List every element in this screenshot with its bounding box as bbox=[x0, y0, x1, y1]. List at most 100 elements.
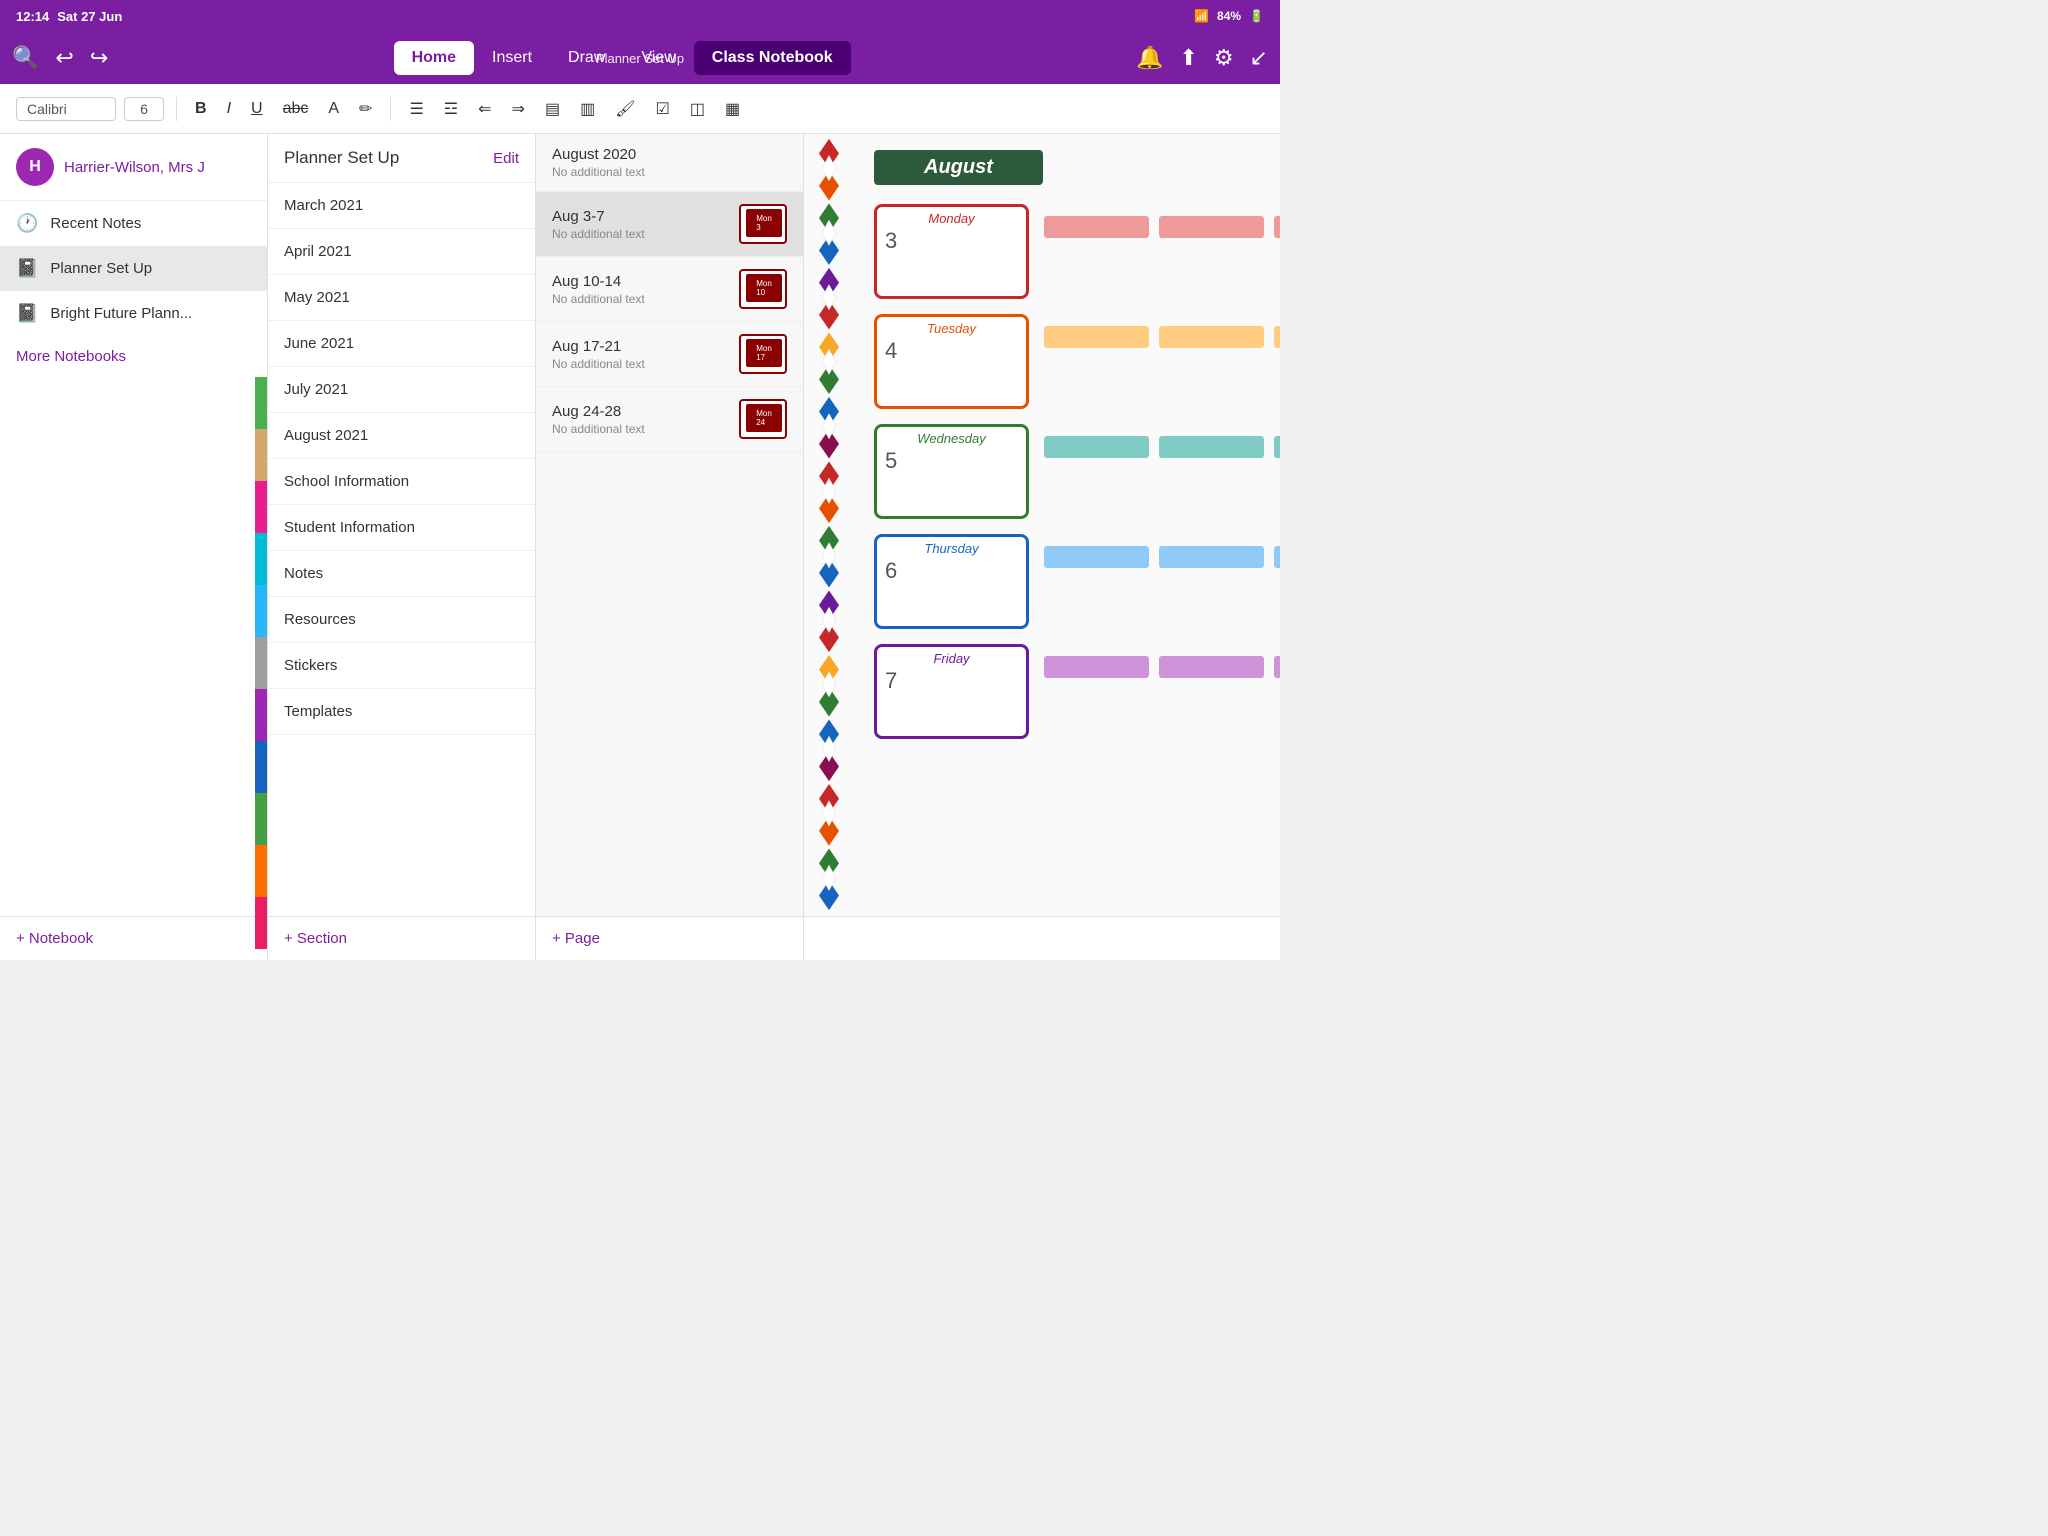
color-tab-gray bbox=[255, 637, 267, 689]
decrease-indent-button[interactable]: ⇐ bbox=[472, 95, 497, 123]
page-august-2020[interactable]: August 2020 No additional text bbox=[536, 134, 803, 192]
page-subtitle-aug2020: No additional text bbox=[552, 165, 787, 179]
font-name-input[interactable] bbox=[16, 97, 116, 121]
sidebar-item-planner-setup[interactable]: 📓 Planner Set Up bbox=[0, 246, 267, 291]
add-section-button[interactable]: + Section bbox=[268, 917, 536, 960]
date: Sat 27 Jun bbox=[57, 9, 122, 24]
toolbar-separator-1 bbox=[176, 97, 177, 121]
thursday-bars bbox=[1044, 546, 1280, 568]
tab-insert[interactable]: Insert bbox=[474, 41, 550, 75]
page-aug17-21[interactable]: Aug 17-21 No additional text Mon17 bbox=[536, 322, 803, 387]
section-header: Planner Set Up Edit bbox=[268, 134, 535, 183]
section-panel: Planner Set Up Edit March 2021 April 202… bbox=[268, 134, 536, 916]
numbered-list-button[interactable]: ☲ bbox=[438, 95, 464, 123]
section-june-2021[interactable]: June 2021 bbox=[268, 321, 535, 367]
section-march-2021[interactable]: March 2021 bbox=[268, 183, 535, 229]
sidebar-item-bright-future[interactable]: 📓 Bright Future Plann... bbox=[0, 291, 267, 336]
color-tab-pink bbox=[255, 481, 267, 533]
strikethrough-button[interactable]: abc bbox=[277, 96, 315, 122]
section-school-info[interactable]: School Information bbox=[268, 459, 535, 505]
bullet-list-button[interactable]: ☰ bbox=[403, 95, 429, 123]
section-july-2021[interactable]: July 2021 bbox=[268, 367, 535, 413]
align-left-button[interactable]: ▤ bbox=[539, 95, 566, 123]
tuesday-bar-3 bbox=[1274, 326, 1280, 348]
add-page-button[interactable]: + Page bbox=[536, 917, 804, 960]
more-notebooks[interactable]: More Notebooks bbox=[0, 336, 267, 377]
section-may-2021[interactable]: May 2021 bbox=[268, 275, 535, 321]
redo-icon[interactable]: ↪ bbox=[90, 45, 108, 71]
sidebar-item-recent-notes[interactable]: 🕐 Recent Notes bbox=[0, 201, 267, 246]
italic-button[interactable]: I bbox=[221, 96, 237, 122]
page-aug3-7[interactable]: Aug 3-7 No additional text Mon3 bbox=[536, 192, 803, 257]
section-august-2021[interactable]: August 2021 bbox=[268, 413, 535, 459]
color-tab-teal bbox=[255, 533, 267, 585]
friday-label: Friday bbox=[877, 647, 1026, 666]
page-title-aug17-21: Aug 17-21 bbox=[552, 338, 739, 355]
notebook-icon-1: 📓 bbox=[16, 258, 38, 279]
section-student-info[interactable]: Student Information bbox=[268, 505, 535, 551]
increase-indent-button[interactable]: ⇒ bbox=[506, 95, 531, 123]
status-bar: 12:14 Sat 27 Jun 📶 84% 🔋 bbox=[0, 0, 1280, 32]
tab-home[interactable]: Home bbox=[394, 41, 474, 75]
friday-bar-2 bbox=[1159, 656, 1264, 678]
toolbar: B I U abc A ✏ ☰ ☲ ⇐ ⇒ ▤ ▥ 🖌 ☑ ◫ ▦ bbox=[0, 84, 1280, 134]
tuesday-label: Tuesday bbox=[877, 317, 1026, 336]
page-thumb-aug10-14: Mon10 bbox=[739, 269, 787, 309]
tuesday-number: 4 bbox=[877, 336, 1026, 366]
planner-setup-label: Planner Set Up bbox=[50, 260, 152, 277]
monday-bar-2 bbox=[1159, 216, 1264, 238]
wednesday-bars bbox=[1044, 436, 1280, 458]
font-color-button[interactable]: A bbox=[322, 96, 345, 122]
edit-button[interactable]: Edit bbox=[493, 150, 519, 167]
share-icon[interactable]: ⬆ bbox=[1179, 45, 1197, 71]
section-resources[interactable]: Resources bbox=[268, 597, 535, 643]
gear-icon[interactable]: ⚙ bbox=[1214, 45, 1234, 71]
page-thumb-aug3-7: Mon3 bbox=[739, 204, 787, 244]
wednesday-bar-2 bbox=[1159, 436, 1264, 458]
battery: 84% bbox=[1217, 9, 1241, 23]
recent-notes-label: Recent Notes bbox=[50, 215, 141, 232]
thursday-bar-2 bbox=[1159, 546, 1264, 568]
bell-icon[interactable]: 🔔 bbox=[1136, 45, 1163, 71]
color-tab-bluelight bbox=[255, 585, 267, 637]
color-tab-orange bbox=[255, 845, 267, 897]
section-notes[interactable]: Notes bbox=[268, 551, 535, 597]
page-aug10-14[interactable]: Aug 10-14 No additional text Mon10 bbox=[536, 257, 803, 322]
checkbox-button[interactable]: ☑ bbox=[650, 95, 676, 123]
underline-button[interactable]: U bbox=[245, 96, 269, 122]
page-thumb-aug17-21: Mon17 bbox=[739, 334, 787, 374]
monday-number: 3 bbox=[877, 226, 1026, 256]
user-row[interactable]: H Harrier-Wilson, Mrs J bbox=[0, 134, 267, 201]
bold-button[interactable]: B bbox=[189, 96, 213, 122]
color-tab-navy bbox=[255, 741, 267, 793]
section-panel-title: Planner Set Up bbox=[284, 148, 399, 168]
user-name: Harrier-Wilson, Mrs J bbox=[64, 159, 205, 176]
insert-table-button[interactable]: ▦ bbox=[719, 95, 746, 123]
highlight-button[interactable]: ✏ bbox=[353, 95, 378, 123]
collapse-icon[interactable]: ↙ bbox=[1250, 45, 1268, 71]
content-area: August Monday 3 Tuesday 4 bbox=[804, 134, 1280, 916]
add-notebook-button[interactable]: + Notebook bbox=[0, 917, 268, 960]
format-paint-button[interactable]: 🖌 bbox=[609, 95, 641, 123]
undo-icon[interactable]: ↩ bbox=[55, 45, 73, 71]
color-tab-purple bbox=[255, 689, 267, 741]
page-aug24-28[interactable]: Aug 24-28 No additional text Mon24 bbox=[536, 387, 803, 452]
page-subtitle-aug17-21: No additional text bbox=[552, 357, 739, 371]
clock-icon: 🕐 bbox=[16, 213, 38, 234]
section-templates[interactable]: Templates bbox=[268, 689, 535, 735]
thursday-card: Thursday 6 bbox=[874, 534, 1029, 629]
section-stickers[interactable]: Stickers bbox=[268, 643, 535, 689]
search-icon[interactable]: 🔍 bbox=[12, 45, 39, 71]
align-right-button[interactable]: ▥ bbox=[574, 95, 601, 123]
wednesday-number: 5 bbox=[877, 446, 1026, 476]
page-subtitle-aug3-7: No additional text bbox=[552, 227, 739, 241]
section-april-2021[interactable]: April 2021 bbox=[268, 229, 535, 275]
erase-button[interactable]: ◫ bbox=[684, 95, 711, 123]
color-tab-tan bbox=[255, 429, 267, 481]
friday-bar-1 bbox=[1044, 656, 1149, 678]
friday-bar-3 bbox=[1274, 656, 1280, 678]
page-subtitle-aug24-28: No additional text bbox=[552, 422, 739, 436]
page-title-aug10-14: Aug 10-14 bbox=[552, 273, 739, 290]
tab-class-notebook[interactable]: Class Notebook bbox=[694, 41, 851, 75]
font-size-input[interactable] bbox=[124, 97, 164, 121]
